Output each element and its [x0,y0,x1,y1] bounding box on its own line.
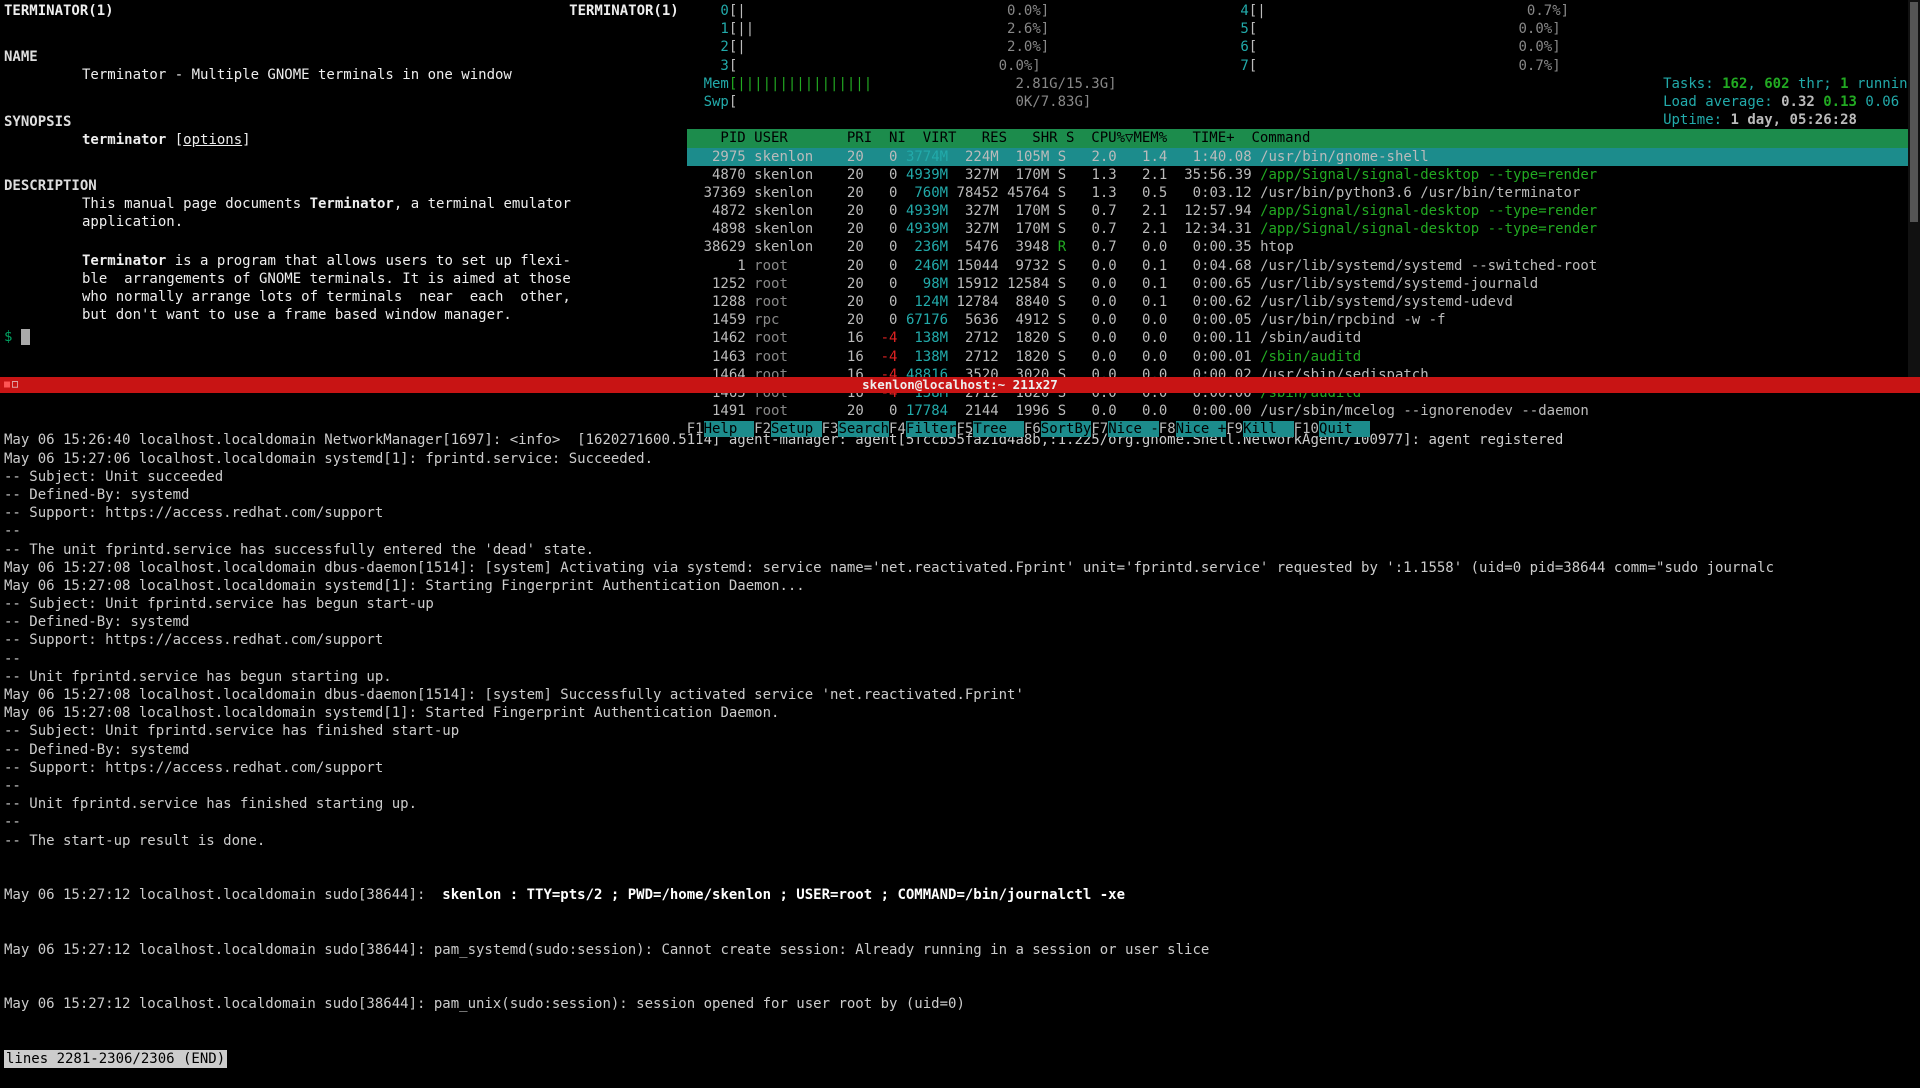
titlebar-text: skenlon@localhost:~ 211x27 [0,377,1920,393]
log-line: -- Defined-By: systemd [4,486,1916,504]
fkey-F5[interactable]: F5 [956,421,973,437]
process-row[interactable]: 4898 skenlon 20 0 4939M 327M 170M S 0.7 … [687,220,1916,238]
man-header-left: TERMINATOR(1) [4,2,114,20]
log-line: -- Subject: Unit succeeded [4,468,1916,486]
fkey-F3[interactable]: F3 [822,421,839,437]
process-row[interactable]: 37369 skenlon 20 0 760M 78452 45764 S 1.… [687,184,1916,202]
log-line: May 06 15:27:08 localhost.localdomain sy… [4,577,1916,595]
fkey-F2[interactable]: F2 [754,421,771,437]
cpu-meter: 0[| 0.0%] [687,2,1117,20]
process-row[interactable]: 1463 root 16 -4 138M 2712 1820 S 0.0 0.0… [687,348,1916,366]
man-section-synopsis: SYNOPSIS [4,113,679,131]
process-row[interactable]: 4872 skenlon 20 0 4939M 327M 170M S 0.7 … [687,202,1916,220]
pager-status: lines 2281-2306/2306 (END) [4,1050,227,1068]
log-line: May 06 15:27:08 localhost.localdomain sy… [4,704,1916,722]
man-section-name: NAME [4,48,679,66]
fkey-F7[interactable]: F7 [1091,421,1108,437]
scrollbar[interactable] [1908,0,1920,377]
cpu-meter: 3[ 0.0%] [687,57,1117,75]
process-row[interactable]: 1252 root 20 0 98M 15912 12584 S 0.0 0.1… [687,275,1916,293]
process-row[interactable]: 38629 skenlon 20 0 236M 5476 3948 R 0.7 … [687,238,1916,256]
terminal-titlebar[interactable]: ■ □ skenlon@localhost:~ 211x27 [0,377,1920,393]
cursor-icon [21,329,30,345]
log-line: -- [4,522,1916,540]
log-line: -- The start-up result is done. [4,832,1916,850]
fkey-F10[interactable]: F10 [1294,421,1319,437]
log-line: May 06 15:27:12 localhost.localdomain su… [4,941,1916,959]
cpu-meter: 4[| 0.7%] [1207,2,1569,20]
log-line: May 06 15:27:12 localhost.localdomain su… [4,995,1916,1013]
shell-prompt[interactable]: $ [4,328,679,346]
loadavg-info: Load average: 0.32 0.13 0.06 [1663,93,1916,111]
cpu-meter: 7[ 0.7%] [1207,57,1569,75]
log-line: -- Support: https://access.redhat.com/su… [4,504,1916,522]
fkey-F4[interactable]: F4 [889,421,906,437]
log-line: -- Subject: Unit fprintd.service has beg… [4,595,1916,613]
log-line: -- Support: https://access.redhat.com/su… [4,631,1916,649]
log-line: -- Support: https://access.redhat.com/su… [4,759,1916,777]
process-row[interactable]: 1491 root 20 0 17784 2144 1996 S 0.0 0.0… [687,402,1916,420]
log-line: -- [4,777,1916,795]
fkey-F8[interactable]: F8 [1159,421,1176,437]
log-line: -- Subject: Unit fprintd.service has fin… [4,722,1916,740]
process-row[interactable]: 4870 skenlon 20 0 4939M 327M 170M S 1.3 … [687,166,1916,184]
process-row[interactable]: 2975 skenlon 20 0 3774M 224M 105M S 2.0 … [687,148,1916,166]
htop-pane[interactable]: 0[| 0.0%] 1[|| 2.6%] 2[| 2.0%] 3[ 0.0%] … [683,0,1920,377]
scrollbar-thumb[interactable] [1910,2,1918,222]
man-desc2: Terminator is a program that allows user… [4,252,679,325]
process-row[interactable]: 1288 root 20 0 124M 12784 8840 S 0.0 0.1… [687,293,1916,311]
man-section-description: DESCRIPTION [4,177,679,195]
man-name-line: Terminator - Multiple GNOME terminals in… [4,66,679,84]
fkey-F9[interactable]: F9 [1226,421,1243,437]
cpu-meter: 5[ 0.0%] [1207,20,1569,38]
process-row[interactable]: 1 root 20 0 246M 15044 9732 S 0.0 0.1 0:… [687,257,1916,275]
man-synopsis: terminator [options] [4,131,679,149]
log-line: -- Unit fprintd.service has begun starti… [4,668,1916,686]
log-line: -- The unit fprintd.service has successf… [4,541,1916,559]
log-line: May 06 15:27:06 localhost.localdomain sy… [4,450,1916,468]
man-desc1: This manual page documents Terminator, a… [4,195,679,231]
man-page-pane[interactable]: TERMINATOR(1) TERMINATOR(1) NAME Termina… [0,0,683,377]
cpu-meter: 2[| 2.0%] [687,38,1117,56]
process-row[interactable]: 1459 rpc 20 0 67176 5636 4912 S 0.0 0.0 … [687,311,1916,329]
cpu-meter: 1[|| 2.6%] [687,20,1117,38]
log-line: -- Defined-By: systemd [4,741,1916,759]
log-line: May 06 15:27:12 localhost.localdomain su… [4,886,1916,904]
log-line: May 06 15:27:08 localhost.localdomain db… [4,559,1916,577]
log-line: -- [4,813,1916,831]
man-header-right: TERMINATOR(1) [569,2,679,20]
log-line: -- [4,650,1916,668]
journal-pane[interactable]: May 06 15:26:40 localhost.localdomain Ne… [0,393,1920,1088]
tasks-info: Tasks: 162, 602 thr; 1 running [1663,75,1916,93]
process-row[interactable]: 1462 root 16 -4 138M 2712 1820 S 0.0 0.0… [687,329,1916,347]
fkey-F1[interactable]: F1 [687,421,704,437]
htop-fkey-bar[interactable]: F1Help F2Setup F3SearchF4FilterF5Tree F6… [687,420,1916,438]
log-line: -- Unit fprintd.service has finished sta… [4,795,1916,813]
fkey-F6[interactable]: F6 [1024,421,1041,437]
log-line: -- Defined-By: systemd [4,613,1916,631]
cpu-meter: 6[ 0.0%] [1207,38,1569,56]
swap-meter: Swp[ 0K/7.83G] [687,93,1117,111]
uptime-info: Uptime: 1 day, 05:26:28 [1663,111,1916,129]
log-line: May 06 15:27:08 localhost.localdomain db… [4,686,1916,704]
mem-meter: Mem[|||||||||||||||| 2.81G/15.3G] [687,75,1117,93]
htop-header-row[interactable]: PID USER PRI NI VIRT RES SHR S CPU%▽MEM%… [687,129,1916,147]
